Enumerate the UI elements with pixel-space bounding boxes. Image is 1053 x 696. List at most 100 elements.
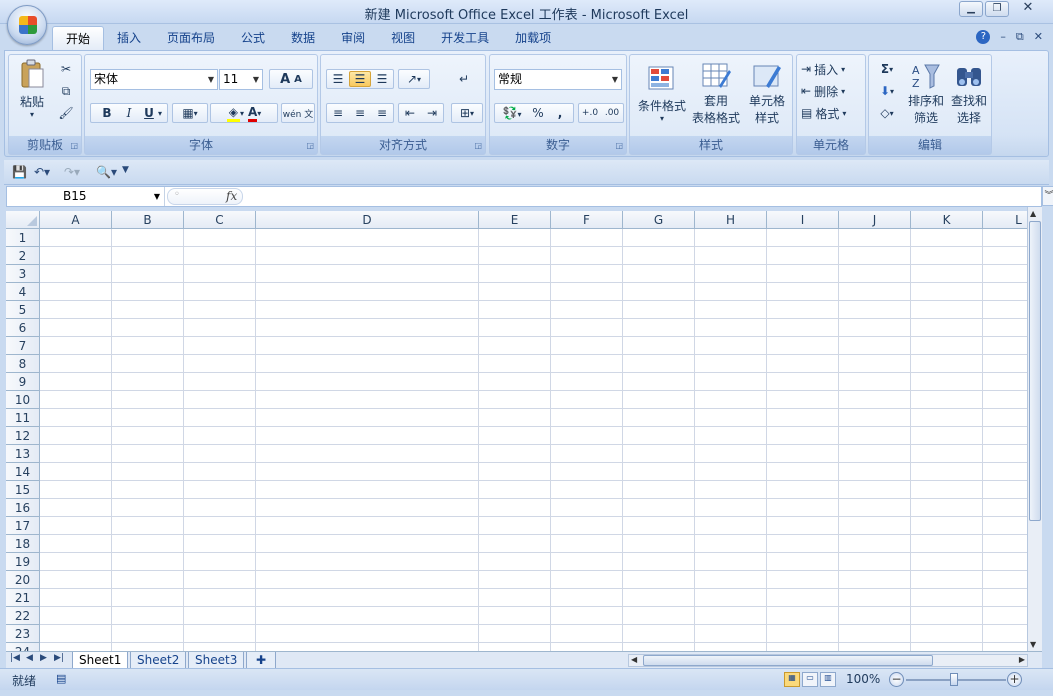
column-header-g[interactable]: G [623,211,695,229]
column-header-a[interactable]: A [40,211,112,229]
scroll-down-icon[interactable]: ▼ [1030,640,1036,649]
worksheet-grid[interactable]: A B C D E F G H I J K L 1 2 3 4 5 6 7 8 9 10 11 12 13 14 15 16 17 18 1… [6,211,1027,651]
row-header-3[interactable]: 3 [6,265,40,283]
wrap-text-icon[interactable]: ↵ [453,69,475,89]
tab-data[interactable]: 数据 [278,26,328,50]
tab-addins[interactable]: 加载项 [502,26,564,50]
sort-filter-button[interactable]: AZ 排序和 筛选 [905,59,947,129]
vertical-scroll-thumb[interactable] [1029,221,1041,521]
expand-formula-icon[interactable]: ◦ [174,189,180,200]
align-top-icon[interactable]: ☰ [327,72,349,86]
borders-button[interactable]: ▦ ▾ [172,103,208,123]
row-header-24[interactable]: 24 [6,643,40,651]
name-box[interactable]: B15 ▼ [7,187,165,206]
cut-icon[interactable]: ✂ [55,59,77,79]
insert-sheet-icon[interactable]: ✚ [246,652,276,669]
column-header-f[interactable]: F [551,211,623,229]
customize-toolbar-icon[interactable]: ▼ [122,165,129,175]
horizontal-scroll-thumb[interactable] [643,655,933,666]
scroll-up-icon[interactable]: ▲ [1030,209,1036,218]
column-header-h[interactable]: H [695,211,767,229]
conditional-format-button[interactable]: 条件格式 ▾ [634,59,690,129]
bold-button[interactable]: B [96,106,118,120]
clear-button[interactable]: ◇ ▾ [873,103,901,123]
decrease-indent-icon[interactable]: ⇤ [399,106,421,120]
restore-button[interactable]: ❐ [985,1,1009,17]
close-button[interactable]: ✕ [1011,1,1045,17]
column-header-k[interactable]: K [911,211,983,229]
row-header-17[interactable]: 17 [6,517,40,535]
row-header-14[interactable]: 14 [6,463,40,481]
orientation-button[interactable]: ↗ ▾ [398,69,430,89]
undo-icon[interactable]: ↶▾ [34,165,50,179]
font-size-select[interactable]: 11 ▼ [219,69,263,90]
align-right-icon[interactable]: ≡ [371,106,393,120]
row-header-10[interactable]: 10 [6,391,40,409]
save-icon[interactable]: 💾 [12,165,27,179]
row-header-15[interactable]: 15 [6,481,40,499]
row-header-23[interactable]: 23 [6,625,40,643]
sheet-tab-2[interactable]: Sheet2 [130,652,187,669]
next-sheet-icon[interactable]: ▶ [40,653,47,663]
sheet-tab-1[interactable]: Sheet1 [72,652,129,669]
redo-icon[interactable]: ↷▾ [64,165,80,179]
copy-icon[interactable]: ⧉ [55,81,77,101]
row-header-13[interactable]: 13 [6,445,40,463]
currency-icon[interactable]: 💱▾ [497,106,527,120]
fill-color-icon[interactable]: ◈ [226,105,240,122]
merge-center-button[interactable]: ⊞ ▾ [451,103,483,123]
fill-button[interactable]: ⬇ ▾ [873,81,901,101]
print-preview-icon[interactable]: 🔍▾ [96,165,117,179]
column-header-d[interactable]: D [256,211,479,229]
tab-view[interactable]: 视图 [378,26,428,50]
tab-formulas[interactable]: 公式 [228,26,278,50]
number-format-select[interactable]: 常规 ▼ [494,69,622,90]
row-header-5[interactable]: 5 [6,301,40,319]
tab-developer[interactable]: 开发工具 [428,26,502,50]
format-cells-button[interactable]: ▤ 格式 ▾ [801,103,863,123]
align-center-icon[interactable]: ≡ [349,106,371,120]
comma-button[interactable]: , [549,106,571,120]
align-left-icon[interactable]: ≡ [327,106,349,120]
row-header-20[interactable]: 20 [6,571,40,589]
row-header-1[interactable]: 1 [6,229,40,247]
workbook-minimize-button[interactable]: – [1000,30,1006,44]
grow-font-icon[interactable]: A [280,72,290,87]
increase-decimal-icon[interactable]: +.0 [579,108,601,118]
percent-button[interactable]: % [527,106,549,120]
align-bottom-icon[interactable]: ☰ [371,72,393,86]
last-sheet-icon[interactable]: ▶| [54,653,64,663]
row-header-9[interactable]: 9 [6,373,40,391]
column-header-c[interactable]: C [184,211,256,229]
row-header-16[interactable]: 16 [6,499,40,517]
increase-indent-icon[interactable]: ⇥ [421,106,443,120]
row-header-19[interactable]: 19 [6,553,40,571]
column-header-b[interactable]: B [112,211,184,229]
normal-view-button[interactable]: ▦ [784,672,800,687]
first-sheet-icon[interactable]: |◀ [10,653,20,663]
zoom-in-button[interactable]: + [1007,672,1022,687]
page-break-view-button[interactable]: ▥ [820,672,836,687]
tab-page-layout[interactable]: 页面布局 [154,26,228,50]
expand-formula-bar-icon[interactable]: ︾ [1042,186,1053,206]
align-middle-icon[interactable]: ☰ [349,71,371,87]
clipboard-launcher-icon[interactable]: ◲ [70,141,78,150]
page-layout-view-button[interactable]: ▭ [802,672,818,687]
delete-cells-button[interactable]: ⇤ 删除 ▾ [801,81,863,101]
row-header-12[interactable]: 12 [6,427,40,445]
row-header-18[interactable]: 18 [6,535,40,553]
tab-insert[interactable]: 插入 [104,26,154,50]
font-color-button[interactable]: A [247,105,258,122]
row-header-2[interactable]: 2 [6,247,40,265]
tab-home[interactable]: 开始 [52,26,105,50]
alignment-launcher-icon[interactable]: ◲ [474,141,482,150]
column-header-i[interactable]: I [767,211,839,229]
row-header-7[interactable]: 7 [6,337,40,355]
format-painter-icon[interactable]: 🖌 [55,103,77,123]
formula-input[interactable] [247,187,1041,206]
decrease-decimal-icon[interactable]: .00 [601,108,623,118]
zoom-out-button[interactable]: − [889,672,904,687]
tab-review[interactable]: 审阅 [328,26,378,50]
font-name-select[interactable]: 宋体 ▼ [90,69,218,90]
insert-cells-button[interactable]: ⇥ 插入 ▾ [801,59,863,79]
